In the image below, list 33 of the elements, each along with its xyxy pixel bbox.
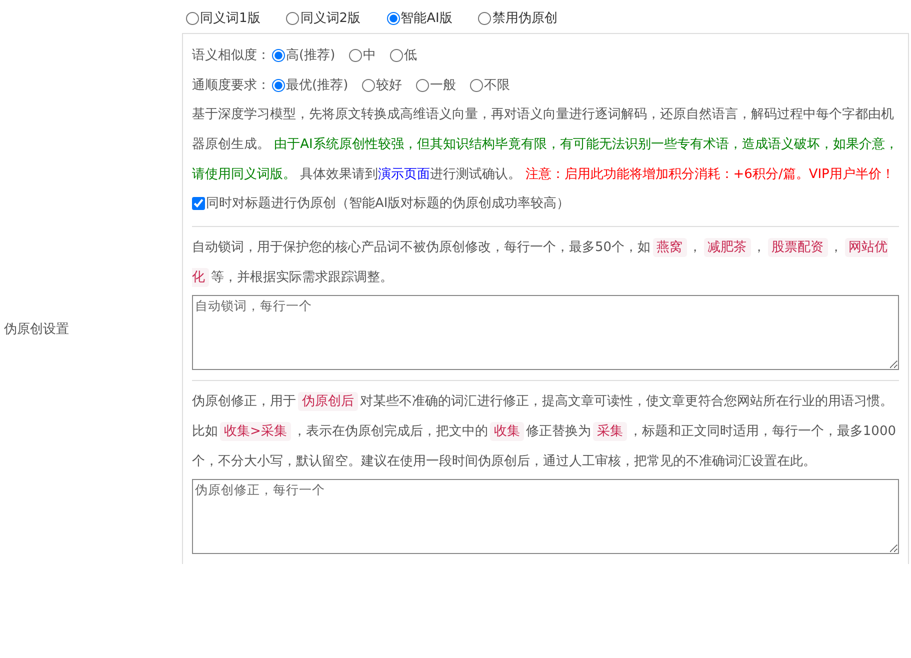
radio-button[interactable] <box>362 78 376 92</box>
setting-label: 语义相似度： <box>192 47 270 64</box>
radio-button[interactable] <box>272 78 285 92</box>
mode-option[interactable]: 禁用伪原创 <box>492 9 558 27</box>
description-text: 自动锁词，用于保护您的核心产品词不被伪原创修改，每行一个，最多50个，如 燕窝 ， 减肥茶 ， 股票配资 ， 网站优化 等，并根据实际需求跟踪调整。 <box>192 237 889 289</box>
mode-option[interactable]: 同义词2版 <box>300 9 361 27</box>
setting-option[interactable]: 中 <box>363 46 376 64</box>
mode-option[interactable]: 智能AI版 <box>400 9 452 27</box>
radio-button[interactable] <box>386 12 400 24</box>
title-checkbox[interactable] <box>192 196 205 210</box>
setting-option[interactable]: 高(推荐) <box>286 46 336 64</box>
mode-option[interactable]: 同义词1版 <box>200 9 260 27</box>
setting-option[interactable]: 低 <box>404 46 418 64</box>
setting-option[interactable]: 较好 <box>376 76 402 94</box>
radio-button[interactable] <box>416 78 430 92</box>
radio-button[interactable] <box>186 12 199 24</box>
description-text: 伪原创修正，用于 伪原创后 对某些不准确的词汇进行修正，提高文章可读性，使文章更符合您网站所在行业的用语习惯。比如 收集>采集 ，表示在伪原创完成后，把文中的 收集 修正替换为 采集 ，标题和正文同时适用，每行一个，最多1000个，不分大小写，默认留空。建议在使用一段时间伪原创后，通过人工审核，把常见的不准确词汇设置在此。 <box>192 391 897 471</box>
radio-button[interactable] <box>349 48 362 62</box>
radio-button[interactable] <box>286 12 300 24</box>
setting-option[interactable]: 不限 <box>484 76 510 94</box>
radio-button[interactable] <box>478 12 492 24</box>
description-text: 基于深度学习模型，先将原文转换成高维语义向量，再对语义向量进行逐词解码，还原自然语言，解码过程中每个字都由机器原创生成。 由于AI系统原创性较强，但其知识结构毕竟有限，有可能无法识别一些专有术语，造成语义破坏，如果介意，请使用同义词版。 具体效果请到演示页面进行测试确认。 注意：启用此功能将增加积分消耗：+6积分/篇。VIP用户半价！ <box>192 106 899 184</box>
radio-button[interactable] <box>390 48 404 62</box>
correction-field[interactable]: 伪原创修正，每行一个 <box>192 479 899 554</box>
lock-words-field[interactable]: 自动锁词，每行一个 <box>192 295 899 370</box>
demo-link[interactable]: 演示页面 <box>378 167 430 182</box>
setting-option[interactable]: 最优(推荐) <box>286 76 348 94</box>
radio-button[interactable] <box>470 78 484 92</box>
settings-label: 伪原创设置 <box>3 321 70 338</box>
setting-option[interactable]: 一般 <box>430 76 456 94</box>
radio-button[interactable] <box>272 48 285 62</box>
checkbox-label[interactable]: 同时对标题进行伪原创（智能AI版对标题的伪原创成功率较高） <box>206 194 570 212</box>
setting-label: 通顺度要求： <box>192 77 270 94</box>
